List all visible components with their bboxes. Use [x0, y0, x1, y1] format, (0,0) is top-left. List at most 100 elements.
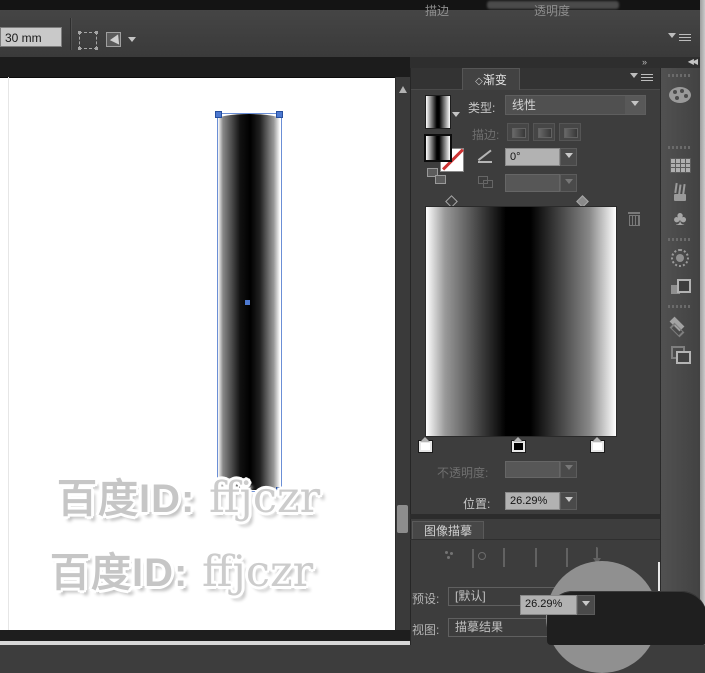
stop-color	[593, 443, 602, 450]
camera-icon	[472, 549, 474, 568]
fill-gradient-swatch[interactable]	[424, 134, 452, 162]
watermark-en: ffjczr	[195, 473, 321, 523]
delete-stop-icon[interactable]	[628, 212, 640, 226]
aspect-dropdown-button	[560, 174, 577, 192]
tab-image-trace[interactable]: 图像描摹	[412, 521, 484, 540]
layers-icon	[670, 317, 690, 333]
watermark-en: ffjczr	[188, 547, 314, 597]
gradient-panel-menu-icon[interactable]	[630, 73, 653, 82]
tab-diamond-icon: ◇	[475, 76, 483, 87]
dashed-circle-icon	[671, 249, 689, 267]
type-select-arrow	[625, 96, 645, 114]
stop-color	[421, 443, 430, 450]
dock-symbols-button[interactable]: ♣	[662, 206, 698, 232]
panel-collapse-left-icon[interactable]: »	[410, 57, 660, 68]
percent-popup-field[interactable]: 26.29%	[520, 595, 577, 615]
bbox-corner	[78, 47, 81, 50]
gradient-preview[interactable]	[425, 206, 617, 437]
gradient-swatch-dropdown-arrow[interactable]	[452, 112, 460, 121]
tab-stroke[interactable]: 描边	[414, 0, 460, 22]
dock-drag-handle[interactable]	[668, 74, 692, 77]
chevron-down-icon	[564, 178, 573, 188]
angle-dropdown-button[interactable]	[560, 148, 577, 166]
gradient-stop-right[interactable]	[590, 437, 605, 453]
canvas-bottom-strip	[0, 630, 410, 641]
dock-drag-handle[interactable]	[668, 305, 692, 308]
scrollbar-up-arrow[interactable]	[399, 82, 407, 93]
anchor-top-right[interactable]	[276, 111, 283, 118]
menu-arrow-icon	[668, 33, 676, 42]
grid-icon	[503, 548, 505, 567]
stroke-glyph	[512, 128, 526, 138]
reverse-glyph	[435, 175, 446, 184]
menu-lines-icon	[641, 73, 653, 82]
control-bar: 30 mm	[0, 10, 705, 58]
high-color-button[interactable]	[472, 549, 474, 568]
aspect-glyph	[483, 180, 493, 188]
aspect-field-disabled	[505, 174, 560, 192]
bbox-corner	[78, 31, 81, 34]
dock-drag-handle[interactable]	[668, 238, 692, 241]
anchor-top-left[interactable]	[215, 111, 222, 118]
type-value: 线性	[512, 98, 537, 112]
dock-color-guide-button[interactable]	[662, 112, 698, 138]
position-field[interactable]: 26.29%	[505, 492, 560, 510]
gradient-stop-middle-selected[interactable]	[511, 437, 526, 453]
control-panel-menu-icon[interactable]	[668, 33, 691, 42]
grayscale-button[interactable]	[535, 548, 537, 567]
dock-layers-button[interactable]	[662, 312, 698, 338]
position-dropdown-button[interactable]	[560, 492, 577, 510]
dock-swatches-button[interactable]	[662, 152, 698, 178]
document-tab-strip	[0, 57, 410, 78]
chevron-down-icon	[564, 496, 573, 506]
dock-artboards-button[interactable]	[662, 341, 698, 367]
panel-tab-bar	[411, 68, 660, 90]
aspect-ratio-icon	[478, 176, 493, 188]
gradient-across-stroke-button[interactable]	[559, 123, 581, 141]
dock-color-panel-button[interactable]	[662, 82, 698, 108]
view-label: 视图:	[412, 623, 440, 637]
chevron-down-icon	[631, 100, 639, 110]
watermark-cn: 百度ID:	[50, 551, 189, 595]
opacity-dropdown-button	[560, 461, 577, 478]
watermark-line-2: 百度ID: ffjczr	[50, 540, 313, 598]
angle-field[interactable]: 0°	[505, 148, 560, 166]
cursor-arrow-icon	[109, 34, 127, 52]
artboards-icon	[671, 346, 691, 364]
preset-label: 预设:	[412, 592, 440, 606]
type-select[interactable]: 线性	[505, 95, 646, 115]
toolbar-separator	[70, 18, 71, 50]
percent-popup-dropdown-button[interactable]	[577, 595, 595, 615]
dock-drag-handle[interactable]	[668, 146, 692, 149]
gradient-within-stroke-button[interactable]	[507, 123, 529, 141]
menu-arrow-icon	[630, 73, 638, 82]
pathfinder-icon	[671, 279, 691, 295]
gradient-swatch-thumbnail[interactable]	[425, 95, 451, 129]
dock-brushes-button[interactable]	[662, 179, 698, 205]
dock-stroke-panel-button[interactable]	[662, 245, 698, 271]
opacity-field-disabled	[505, 461, 560, 478]
tab-gradient[interactable]: ◇渐变	[462, 68, 520, 90]
grayscale-icon	[535, 548, 537, 567]
reverse-gradient-icon[interactable]	[427, 168, 447, 184]
gradient-along-stroke-button[interactable]	[533, 123, 555, 141]
opacity-label: 不透明度:	[437, 466, 489, 480]
bounding-box-icon[interactable]	[78, 31, 98, 50]
trash-lid	[628, 212, 640, 214]
stroke-glyph	[564, 128, 578, 138]
low-color-button[interactable]	[503, 548, 505, 567]
position-label: 位置:	[463, 497, 491, 511]
select-similar-dropdown-arrow[interactable]	[128, 37, 136, 46]
gradient-stop-left[interactable]	[418, 437, 433, 453]
bbox-corner	[95, 31, 98, 34]
vertical-scrollbar[interactable]	[395, 77, 410, 630]
chevron-down-icon	[564, 465, 573, 474]
dock-pathfinder-button[interactable]	[662, 274, 698, 300]
tab-gradient-label: 渐变	[482, 73, 507, 87]
size-input[interactable]: 30 mm	[0, 27, 62, 47]
tab-transparency[interactable]: 透明度	[524, 0, 580, 22]
scrollbar-thumb[interactable]	[397, 505, 408, 533]
black-white-button[interactable]	[566, 548, 568, 567]
symbols-icon: ♣	[673, 208, 687, 230]
dock-expand-icon[interactable]: ◀◀	[660, 57, 700, 68]
